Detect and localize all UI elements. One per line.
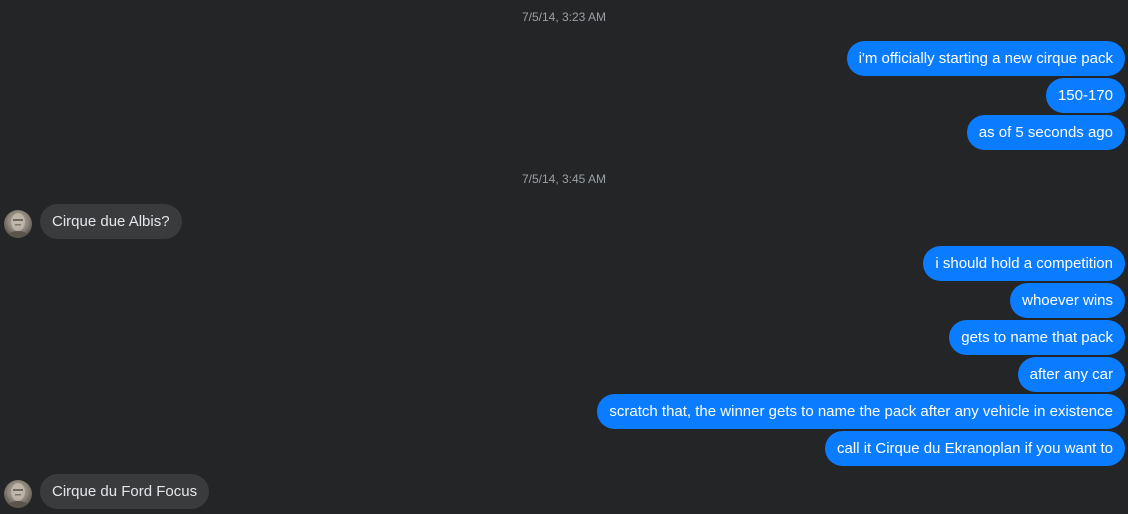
outgoing-message[interactable]: as of 5 seconds ago — [966, 115, 1125, 150]
outgoing-message[interactable]: i'm officially starting a new cirque pac… — [846, 41, 1125, 76]
outgoing-message[interactable]: i should hold a competition — [923, 246, 1125, 281]
outgoing-message[interactable]: call it Cirque du Ekranoplan if you want… — [825, 431, 1125, 466]
outgoing-message[interactable]: 150-170 — [1045, 78, 1125, 113]
outgoing-message[interactable]: after any car — [1017, 357, 1125, 392]
message-thread: 7/5/14, 3:23 AM i'm officially starting … — [0, 0, 1128, 514]
outgoing-message[interactable]: gets to name that pack — [949, 320, 1125, 355]
outgoing-message[interactable]: scratch that, the winner gets to name th… — [597, 394, 1125, 429]
incoming-message[interactable]: Cirque du Ford Focus — [40, 474, 210, 509]
outgoing-message[interactable]: whoever wins — [1010, 283, 1125, 318]
timestamp: 7/5/14, 3:23 AM — [521, 10, 607, 24]
incoming-message[interactable]: Cirque due Albis? — [40, 204, 182, 239]
user-avatar-icon[interactable] — [4, 210, 32, 238]
user-avatar-icon[interactable] — [4, 480, 32, 508]
timestamp: 7/5/14, 3:45 AM — [521, 172, 607, 186]
